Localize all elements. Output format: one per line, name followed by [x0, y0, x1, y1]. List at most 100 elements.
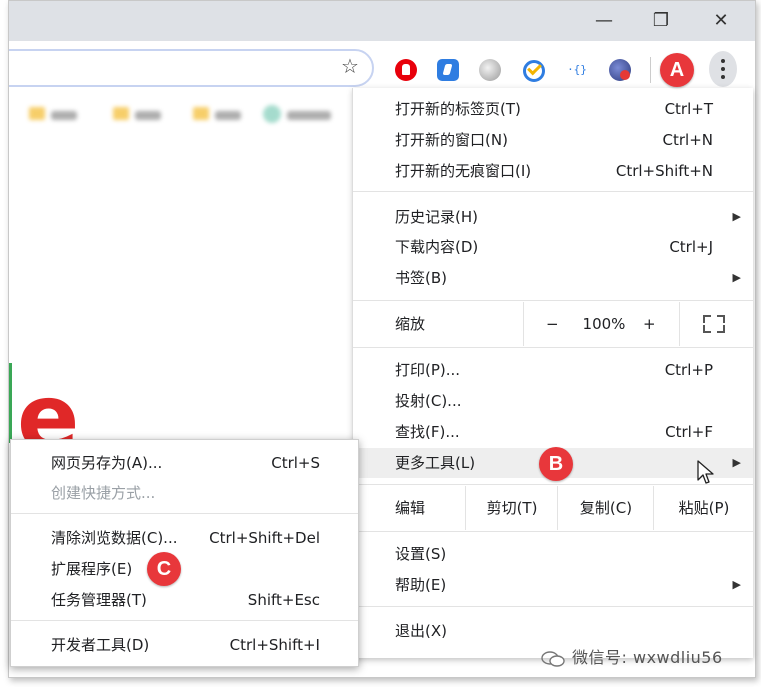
- adblock-extension-icon[interactable]: [395, 59, 417, 81]
- paste-button[interactable]: 粘贴(P): [653, 486, 754, 530]
- more-tools-submenu: 网页另存为(A)... Ctrl+S 创建快捷方式... 清除浏览数据(C)..…: [10, 439, 359, 667]
- submenu-item-shortcut: Ctrl+S: [271, 454, 320, 472]
- page-accent-bar: [9, 363, 12, 443]
- menu-item-shortcut: Ctrl+F: [665, 423, 713, 441]
- annotation-badge-c: C: [147, 552, 181, 586]
- grey-extension-icon[interactable]: [479, 59, 501, 81]
- checkmark-extension-icon[interactable]: [523, 60, 545, 82]
- bookmark-item[interactable]: [263, 103, 331, 125]
- menu-divider: [353, 484, 753, 485]
- submenu-item-create-shortcut[interactable]: 创建快捷方式...: [11, 478, 358, 508]
- menu-dot-icon: [721, 67, 725, 71]
- menu-item-label: 打印(P)...: [395, 361, 461, 379]
- chrome-menu-button[interactable]: [709, 51, 737, 87]
- submenu-item-label: 网页另存为(A)...: [51, 454, 163, 472]
- close-button[interactable]: ✕: [701, 7, 741, 35]
- submenu-item-label: 清除浏览数据(C)...: [51, 529, 178, 547]
- submenu-item-shortcut: Ctrl+Shift+I: [229, 636, 320, 654]
- edit-row: 编辑 剪切(T) 复制(C) 粘贴(P): [353, 486, 753, 530]
- menu-item-label: 下载内容(D): [395, 238, 479, 256]
- menu-item-history[interactable]: 历史记录(H) ▶: [353, 202, 753, 232]
- chrome-main-menu: 打开新的标签页(T) Ctrl+T 打开新的窗口(N) Ctrl+N 打开新的无…: [353, 88, 753, 658]
- cut-button[interactable]: 剪切(T): [465, 486, 558, 530]
- copy-button[interactable]: 复制(C): [557, 486, 654, 530]
- menu-item-find[interactable]: 查找(F)... Ctrl+F: [353, 417, 753, 447]
- menu-item-exit[interactable]: 退出(X): [353, 616, 753, 646]
- submenu-item-task-manager[interactable]: 任务管理器(T) Shift+Esc: [11, 585, 358, 615]
- watermark: 微信号: wxwdliu56: [540, 644, 723, 668]
- bookmark-folder[interactable]: [193, 103, 241, 125]
- annotation-badge-a: A: [660, 53, 694, 87]
- menu-dot-icon: [721, 75, 725, 79]
- fullscreen-icon[interactable]: [703, 315, 725, 333]
- menu-item-incognito[interactable]: 打开新的无痕窗口(I) Ctrl+Shift+N: [353, 156, 753, 186]
- menu-item-label: 设置(S): [395, 545, 447, 563]
- watermark-text: 微信号: wxwdliu56: [572, 648, 723, 667]
- bookmark-star-icon[interactable]: ☆: [341, 53, 359, 79]
- menu-item-help[interactable]: 帮助(E) ▶: [353, 570, 753, 600]
- submenu-arrow-icon: ▶: [732, 578, 741, 591]
- menu-divider: [353, 191, 753, 192]
- menu-divider: [353, 300, 753, 301]
- menu-item-label: 查找(F)...: [395, 423, 460, 441]
- menu-item-shortcut: Ctrl+Shift+N: [615, 162, 713, 180]
- zoom-out-button[interactable]: −: [546, 302, 559, 346]
- submenu-arrow-icon: ▶: [732, 210, 741, 223]
- menu-divider: [353, 347, 753, 348]
- wechat-icon: [541, 650, 565, 667]
- submenu-item-save-page[interactable]: 网页另存为(A)... Ctrl+S: [11, 448, 358, 478]
- title-bar: — ❐ ✕: [9, 1, 755, 41]
- menu-item-settings[interactable]: 设置(S): [353, 539, 753, 569]
- zoom-in-button[interactable]: +: [643, 302, 656, 346]
- json-extension-icon[interactable]: ·{}: [566, 59, 588, 81]
- bookmark-folder[interactable]: [29, 103, 77, 125]
- menu-item-label: 打开新的标签页(T): [395, 100, 521, 118]
- menu-item-cast[interactable]: 投射(C)...: [353, 386, 753, 416]
- annotation-badge-b: B: [539, 447, 573, 481]
- menu-divider: [11, 513, 358, 514]
- menu-divider: [353, 606, 753, 607]
- submenu-item-shortcut: Shift+Esc: [247, 591, 320, 609]
- bookmark-folder[interactable]: [113, 103, 161, 125]
- submenu-item-label: 创建快捷方式...: [51, 484, 156, 502]
- mouse-cursor-icon: [697, 460, 714, 484]
- submenu-arrow-icon: ▶: [732, 271, 741, 284]
- menu-item-shortcut: Ctrl+J: [669, 238, 713, 256]
- submenu-item-shortcut: Ctrl+Shift+Del: [209, 529, 320, 547]
- menu-item-downloads[interactable]: 下载内容(D) Ctrl+J: [353, 232, 753, 262]
- menu-item-label: 历史记录(H): [395, 208, 478, 226]
- menu-item-new-tab[interactable]: 打开新的标签页(T) Ctrl+T: [353, 94, 753, 124]
- zoom-row: 缩放 − 100% +: [353, 302, 753, 346]
- menu-item-label: 投射(C)...: [395, 392, 462, 410]
- submenu-item-label: 开发者工具(D): [51, 636, 150, 654]
- menu-item-shortcut: Ctrl+P: [664, 361, 713, 379]
- menu-item-label: 打开新的无痕窗口(I): [395, 162, 532, 180]
- submenu-item-clear-data[interactable]: 清除浏览数据(C)... Ctrl+Shift+Del: [11, 523, 358, 553]
- menu-dot-icon: [721, 59, 725, 63]
- menu-item-print[interactable]: 打印(P)... Ctrl+P: [353, 355, 753, 385]
- edit-label: 编辑: [395, 499, 426, 517]
- blue-extension-icon[interactable]: [437, 59, 459, 81]
- menu-item-bookmarks[interactable]: 书签(B) ▶: [353, 263, 753, 293]
- globe-extension-icon[interactable]: [609, 59, 631, 81]
- toolbar-separator: [650, 57, 651, 83]
- menu-item-shortcut: Ctrl+N: [662, 131, 713, 149]
- menu-item-shortcut: Ctrl+T: [664, 100, 713, 118]
- menu-item-label: 帮助(E): [395, 576, 447, 594]
- zoom-label: 缩放: [395, 315, 426, 333]
- menu-item-label: 书签(B): [395, 269, 447, 287]
- minimize-button[interactable]: —: [584, 7, 624, 35]
- restore-button[interactable]: ❐: [641, 7, 681, 35]
- menu-divider: [353, 531, 753, 532]
- zoom-level: 100%: [582, 315, 626, 333]
- menu-item-label: 退出(X): [395, 622, 447, 640]
- submenu-item-extensions[interactable]: 扩展程序(E): [11, 554, 358, 584]
- menu-divider: [11, 620, 358, 621]
- submenu-item-label: 扩展程序(E): [51, 560, 133, 578]
- submenu-item-devtools[interactable]: 开发者工具(D) Ctrl+Shift+I: [11, 630, 358, 660]
- menu-item-new-window[interactable]: 打开新的窗口(N) Ctrl+N: [353, 125, 753, 155]
- menu-item-label: 打开新的窗口(N): [395, 131, 508, 149]
- address-bar[interactable]: [9, 49, 374, 87]
- zoom-controls: − 100% +: [523, 302, 680, 346]
- submenu-item-label: 任务管理器(T): [51, 591, 147, 609]
